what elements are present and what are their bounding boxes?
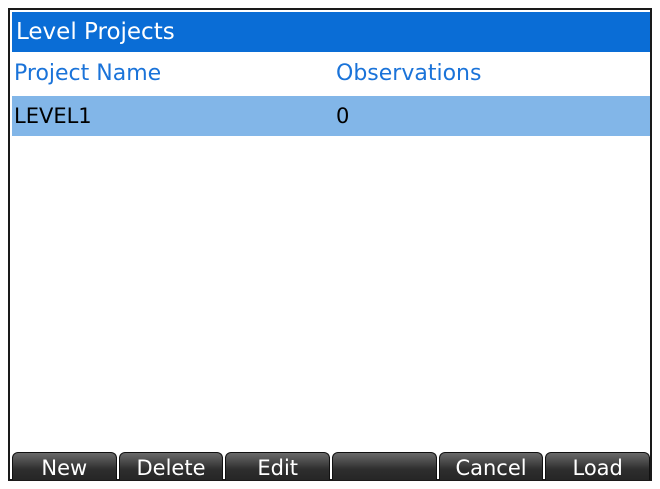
project-list: LEVEL1 0 [12,96,650,136]
project-row[interactable]: LEVEL1 0 [12,96,650,136]
softkey-bar: New Delete Edit Cancel Load [12,452,651,480]
window-title: Level Projects [12,12,650,52]
cancel-button[interactable]: Cancel [438,452,544,480]
new-button[interactable]: New [12,452,117,480]
edit-button[interactable]: Edit [225,452,331,480]
app-screen: Level Projects Project Name Observations… [8,8,652,481]
observations-cell: 0 [336,104,350,128]
column-header-observations: Observations [336,61,482,86]
load-button[interactable]: Load [545,452,651,480]
delete-button[interactable]: Delete [118,452,224,480]
blank-softkey[interactable] [332,452,437,480]
project-name-cell: LEVEL1 [14,104,92,128]
column-header-project-name: Project Name [14,61,162,86]
column-headers: Project Name Observations [12,54,650,94]
